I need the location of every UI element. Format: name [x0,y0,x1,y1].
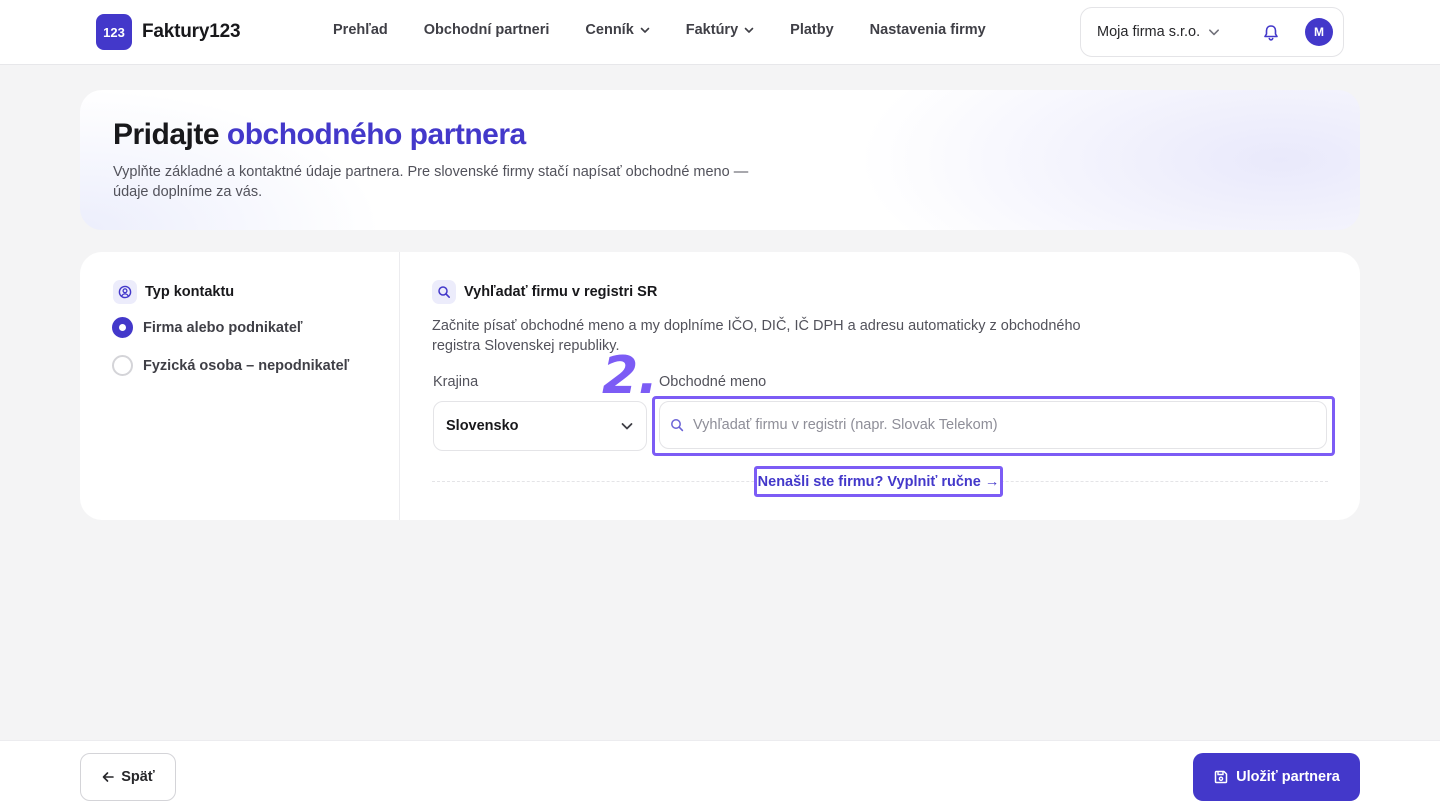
save-partner-button[interactable]: Uložiť partnera [1193,753,1360,801]
business-name-label: Obchodné meno [659,374,767,390]
search-input[interactable] [693,417,1326,433]
radio-label: Fyzická osoba – nepodnikateľ [143,357,350,374]
nav-item-cennik[interactable]: Cenník [585,22,650,38]
business-name-search[interactable] [659,401,1327,449]
page-header-card: Pridajte obchodného partnera Vyplňte zák… [80,90,1360,230]
brand-name: Faktury123 [142,21,241,42]
nav-item-nastavenia-firmy[interactable]: Nastavenia firmy [870,22,986,38]
save-button-label: Uložiť partnera [1236,769,1340,785]
top-navigation-bar: 123 Faktury123 Prehľad Obchodní partneri… [0,0,1440,65]
page-title-accent: obchodného partnera [226,118,526,151]
registry-description: Začnite písať obchodné meno a my doplním… [432,318,1081,354]
chevron-down-icon [640,27,650,33]
radio-option-fyzicka-osoba[interactable]: Fyzická osoba – nepodnikateľ [112,355,349,376]
nav-item-label: Nastavenia firmy [869,22,986,38]
page-title: Pridajte obchodného partnera [113,118,526,152]
save-icon [1214,770,1228,784]
company-name: Moja firma s.r.o. [1097,24,1201,40]
radio-button-selected[interactable] [112,317,133,338]
registry-search-title: Vyhľadať firmu v registri SR [464,284,658,300]
account-area: Moja firma s.r.o. M [1080,7,1344,57]
bell-icon[interactable] [1261,23,1281,43]
back-button-label: Späť [121,769,155,785]
company-switcher[interactable]: Moja firma s.r.o. [1097,24,1220,40]
page-subtitle: Vyplňte základné a kontaktné údaje partn… [113,164,749,200]
page-title-plain: Pridajte [113,118,227,151]
nav-item-platby[interactable]: Platby [790,22,834,38]
brand-logo: 123 [96,14,132,50]
brand[interactable]: 123 Faktury123 [96,14,241,50]
chevron-down-icon [621,423,633,430]
registry-search-header: Vyhľadať firmu v registri SR [432,280,657,304]
radio-button[interactable] [112,355,133,376]
partner-form-card: Typ kontaktu Firma alebo podnikateľ Fyzi… [80,252,1360,520]
search-icon [671,419,684,432]
nav-item-label: Obchodní partneri [423,22,550,38]
country-select-value: Slovensko [446,418,519,434]
step-annotation: 2. [602,346,658,406]
back-button[interactable]: Späť [80,753,176,801]
arrow-left-icon [102,772,115,782]
country-select[interactable]: Slovensko [433,401,647,451]
chevron-down-icon [1209,29,1220,36]
contact-type-panel: Typ kontaktu Firma alebo podnikateľ Fyzi… [80,252,400,520]
country-label: Krajina [433,374,479,390]
chevron-down-icon [744,27,754,33]
nav-item-obchodni-partneri[interactable]: Obchodní partneri [424,22,550,38]
main-nav: Prehľad Obchodní partneri Cenník Faktúry… [333,22,1022,38]
nav-item-label: Cenník [585,22,634,38]
radio-label: Firma alebo podnikateľ [143,319,303,336]
bottom-action-bar: Späť Uložiť partnera [0,740,1440,812]
nav-item-label: Prehľad [333,22,388,38]
radio-option-firma[interactable]: Firma alebo podnikateľ [112,317,302,338]
nav-item-label: Faktúry [685,22,739,38]
manual-entry-link[interactable]: Nenašli ste firmu? Vyplniť ručne → [754,466,1003,497]
contact-type-title: Typ kontaktu [145,284,235,300]
avatar[interactable]: M [1305,18,1333,46]
search-icon [432,280,456,304]
nav-item-prehlad[interactable]: Prehľad [333,22,388,38]
contact-type-header: Typ kontaktu [113,280,234,304]
nav-item-faktury[interactable]: Faktúry [686,22,754,38]
user-circle-icon [113,280,137,304]
nav-item-label: Platby [790,22,834,38]
